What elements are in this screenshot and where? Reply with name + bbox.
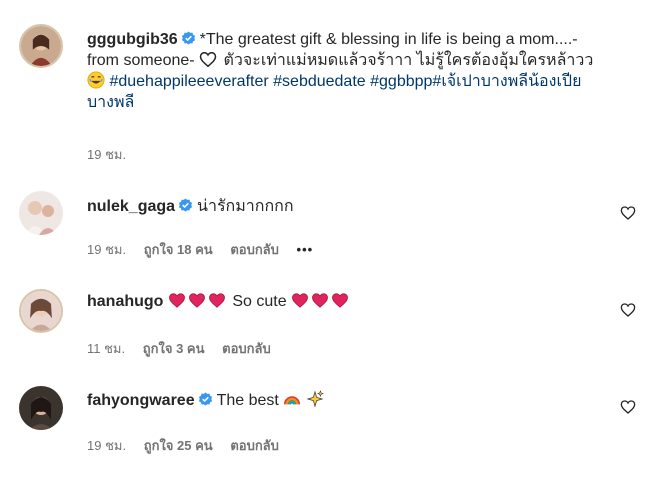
reply-button[interactable]: ตอบกลับ [222,341,271,356]
laughing-emoji [87,71,105,89]
comment-time[interactable]: 11 ชม. [87,341,125,356]
comment-body: fahyongwaree The best [87,390,607,411]
comment-text: น่ารักมากกกก [197,198,294,215]
red-heart-emoji [169,293,185,308]
comment-meta: 11 ชม. ถูกใจ 3 คน ตอบกลับ [87,338,285,359]
comment-body: hanahugo So cute [87,291,607,312]
rainbow-emoji [284,396,301,405]
more-options-icon[interactable]: ••• [297,242,314,257]
hashtag-link[interactable]: #sebduedate [273,73,366,90]
likes-count[interactable]: ถูกใจ 18 คน [144,242,213,257]
verified-badge-icon [178,198,193,212]
comment-item: fahyongwaree The best 19 ชม. ถูกใจ 25 คน … [0,380,654,460]
red-heart-emoji [209,293,225,308]
heart-outline-icon[interactable] [620,205,636,221]
red-heart-emoji [312,293,328,308]
comment-username[interactable]: fahyongwaree [87,392,195,409]
comment-body: nulek_gaga น่ารักมากกกก [87,196,607,217]
likes-count[interactable]: ถูกใจ 3 คน [143,341,205,356]
heart-outline-icon[interactable] [620,399,636,415]
reply-button[interactable]: ตอบกลับ [230,438,279,453]
comment-meta: 19 ชม. ถูกใจ 18 คน ตอบกลับ ••• [87,239,327,260]
avatar-image [19,191,63,235]
caption-text-2: ตัวจะเท่าแม่หมดแล้วจร้าาา ไม่รู้ใครต้องอ… [223,52,594,69]
comment-text: So cute [232,293,287,310]
avatar-image [21,26,61,66]
red-heart-emoji [189,293,205,308]
likes-count[interactable]: ถูกใจ 25 คน [144,438,213,453]
comment-text: The best [216,392,279,409]
avatar[interactable] [19,191,63,235]
comment-meta: 19 ชม. ถูกใจ 25 คน ตอบกลับ [87,435,293,456]
comment-username[interactable]: hanahugo [87,293,163,310]
caption-body: gggubgib36 *The greatest gift & blessing … [87,29,607,113]
heart-outline-icon[interactable] [620,302,636,318]
hashtag-link[interactable]: #ggbbpp [370,73,432,90]
avatar-image [21,291,61,331]
avatar[interactable] [19,386,63,430]
hashtag-link[interactable]: #duehappileeeverafter [109,73,268,90]
red-heart-emoji [332,293,348,308]
avatar[interactable] [19,24,63,68]
caption: gggubgib36 *The greatest gift & blessing … [0,0,654,170]
verified-badge-icon [198,392,212,406]
comment-username[interactable]: nulek_gaga [87,198,175,215]
verified-badge-icon [181,31,195,45]
avatar[interactable] [19,289,63,333]
white-heart-emoji [199,51,217,68]
caption-meta: 19 ชม. [87,144,140,165]
caption-username[interactable]: gggubgib36 [87,31,178,48]
caption-time[interactable]: 19 ชม. [87,147,126,162]
avatar-image [19,386,63,430]
red-heart-emoji [292,293,308,308]
reply-button[interactable]: ตอบกลับ [230,242,279,257]
comment-time[interactable]: 19 ชม. [87,438,126,453]
comment-time[interactable]: 19 ชม. [87,242,126,257]
comment-item: nulek_gaga น่ารักมากกกก 19 ชม. ถูกใจ 18 ค… [0,185,654,265]
comment-item: hanahugo So cute 11 ชม. ถูกใจ 3 คน ตอบกล… [0,282,654,362]
sparkles-emoji [306,390,324,408]
